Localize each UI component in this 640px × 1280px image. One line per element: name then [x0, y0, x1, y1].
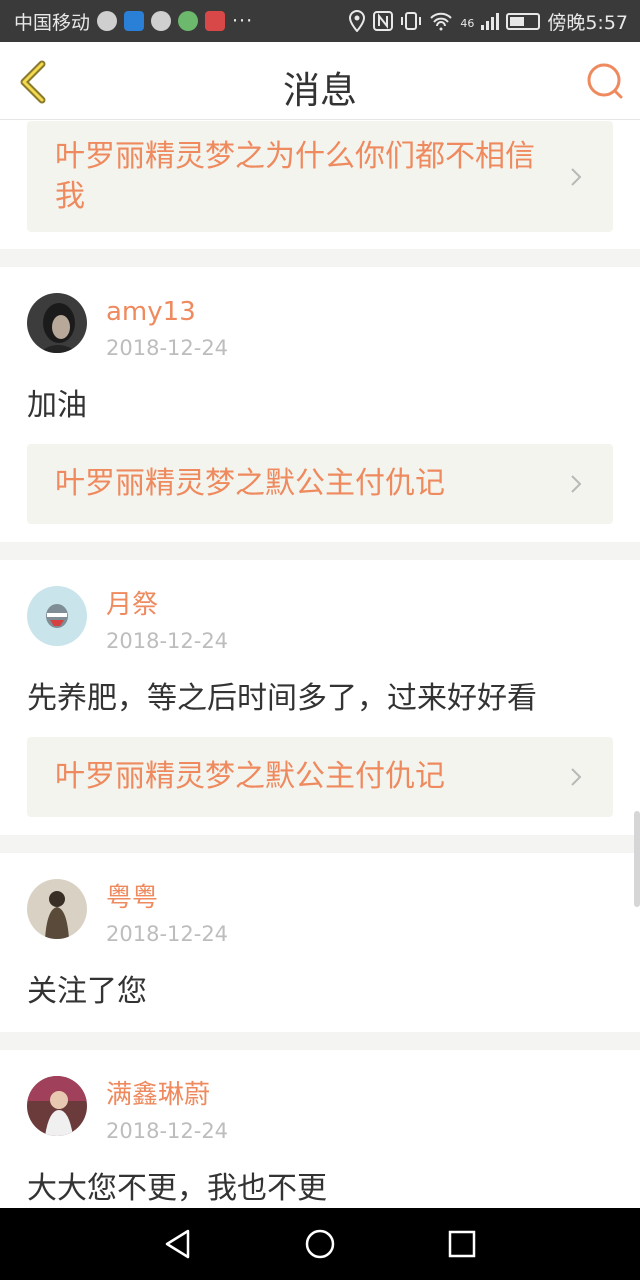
back-triangle-icon[interactable] [160, 1226, 196, 1262]
book-app-icon [205, 11, 226, 31]
message-card: 月祭 2018-12-24 先养肥，等之后时间多了，过来好好看 叶罗丽精灵梦之默… [0, 560, 640, 835]
user-row[interactable]: 粤粤 2018-12-24 [27, 853, 613, 949]
section-divider [0, 542, 640, 560]
shield-app-icon [124, 11, 145, 31]
user-row[interactable]: 满鑫琳蔚 2018-12-24 [27, 1050, 613, 1146]
user-row[interactable]: 月祭 2018-12-24 [27, 560, 613, 656]
status-bar: 中国移动 ··· 46 傍晚5:57 [0, 0, 640, 42]
story-link[interactable]: 叶罗丽精灵梦之默公主付仇记 [27, 444, 613, 524]
chevron-right-icon [571, 475, 582, 493]
avatar-image [27, 1076, 87, 1136]
story-link[interactable]: 叶罗丽精灵梦之默公主付仇记 [27, 737, 613, 817]
more-notifications: ··· [232, 10, 254, 32]
section-divider [0, 1032, 640, 1050]
avatar[interactable] [27, 586, 87, 646]
browser-app-icon [178, 11, 199, 31]
status-bar-right: 46 傍晚5:57 [348, 8, 628, 35]
nfc-icon [373, 11, 394, 31]
recents-square-icon[interactable] [444, 1226, 480, 1262]
story-link-title: 叶罗丽精灵梦之默公主付仇记 [55, 466, 445, 501]
comment-text: 关注了您 [27, 974, 147, 1009]
user-meta: 粤粤 2018-12-24 [106, 879, 228, 949]
message-date: 2018-12-24 [106, 336, 229, 360]
avatar-image [27, 879, 87, 939]
avatar[interactable] [27, 293, 87, 353]
chevron-right-icon [571, 167, 582, 186]
message-date: 2018-12-24 [106, 1119, 229, 1143]
page-title: 消息 [283, 69, 357, 112]
message-card: amy13 2018-12-24 加油 叶罗丽精灵梦之默公主付仇记 [0, 267, 640, 542]
comment-text: 加油 [27, 388, 87, 423]
story-link-title: 叶罗丽精灵梦之默公主付仇记 [55, 759, 445, 794]
chat-bubble-icon [151, 11, 172, 31]
network-type-label: 46 [460, 16, 475, 30]
chevron-right-icon [571, 768, 582, 786]
avatar[interactable] [27, 1076, 87, 1136]
user-row[interactable]: amy13 2018-12-24 [27, 267, 613, 363]
avatar[interactable] [27, 879, 87, 939]
username[interactable]: 粤粤 [106, 881, 228, 915]
user-meta: 月祭 2018-12-24 [106, 586, 228, 656]
message-card: 粤粤 2018-12-24 关注了您 [0, 853, 640, 1032]
message-list[interactable]: 叶罗丽精灵梦之为什么你们都不相信我 amy13 2018-12-24 加油 叶罗… [0, 121, 640, 1208]
message-date: 2018-12-24 [106, 922, 229, 946]
username[interactable]: 月祭 [106, 588, 228, 622]
story-link[interactable]: 叶罗丽精灵梦之为什么你们都不相信我 [27, 121, 613, 232]
carrier-label: 中国移动 [14, 11, 91, 34]
vibrate-icon [401, 12, 422, 30]
status-bar-left: 中国移动 ··· [14, 8, 253, 35]
clock-label: 傍晚5:57 [547, 11, 628, 34]
message-date: 2018-12-24 [106, 629, 229, 653]
wifi-icon [430, 12, 453, 31]
section-divider [0, 249, 640, 267]
system-nav-bar [0, 1208, 640, 1280]
home-circle-icon[interactable] [302, 1226, 338, 1262]
comment-text: 大大您不更，我也不更 [27, 1171, 327, 1206]
message-card: 满鑫琳蔚 2018-12-24 大大您不更，我也不更 [0, 1050, 640, 1208]
username[interactable]: 满鑫琳蔚 [106, 1078, 228, 1112]
story-link-title: 叶罗丽精灵梦之为什么你们都不相信我 [55, 138, 535, 214]
audio-app-icon [97, 11, 118, 31]
comment-text: 先养肥，等之后时间多了，过来好好看 [27, 681, 537, 716]
avatar-image [27, 586, 87, 646]
scrollbar[interactable] [634, 811, 640, 907]
avatar-image [27, 293, 87, 353]
app-header: 消息 [0, 42, 640, 120]
section-divider [0, 835, 640, 853]
message-card: 叶罗丽精灵梦之为什么你们都不相信我 [0, 121, 640, 249]
location-icon [349, 10, 366, 32]
user-meta: 满鑫琳蔚 2018-12-24 [106, 1076, 228, 1146]
username[interactable]: amy13 [106, 295, 228, 329]
user-meta: amy13 2018-12-24 [106, 293, 228, 363]
signal-icon [481, 12, 500, 30]
search-icon[interactable] [586, 62, 624, 100]
battery-icon [506, 12, 541, 30]
